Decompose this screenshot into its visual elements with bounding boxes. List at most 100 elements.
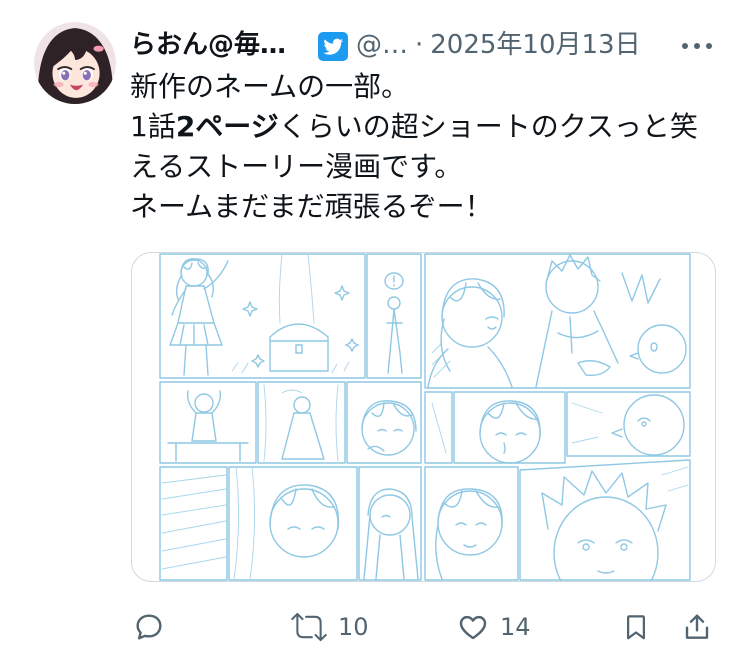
sketch-stroke — [431, 402, 447, 454]
sketch-face — [611, 417, 651, 438]
sketch-long-hair-girl — [363, 488, 419, 580]
tweet-card: らおん@毎… @… · 2025年10月13日 新作のネームの一部。 1話2ページく… — [0, 0, 750, 667]
sketch-stroke — [571, 402, 603, 444]
tweet-text-line: 1話2ページくらいの超ショートのクスっと笑 — [130, 107, 735, 147]
dot — [706, 43, 712, 49]
sketch-small-figure — [384, 272, 404, 374]
panel-frame — [519, 459, 691, 581]
sketch-speed-lines — [661, 466, 689, 492]
sketch-eye — [582, 543, 590, 551]
sketch-head — [387, 296, 401, 310]
panel-frame — [257, 381, 346, 464]
sketch-robe — [281, 412, 325, 460]
like-button[interactable]: 14 — [456, 611, 531, 643]
sketch-boy — [535, 254, 619, 388]
sketch-hair — [479, 400, 541, 454]
panel-frame — [358, 466, 422, 581]
left-page — [159, 253, 422, 581]
sketch-girl-profile — [427, 278, 513, 388]
tweet-text-segment: くらいの超ショートのクスっと笑 — [278, 110, 698, 143]
tweet-text: 新作のネームの一部。 1話2ページくらいの超ショートのクスっと笑 えるストーリー… — [130, 67, 735, 227]
sketch-round-creature — [571, 394, 685, 456]
tweet-text-line: ネームまだまだ頑張るぞー！ — [130, 190, 493, 223]
avatar-highlight-right — [83, 71, 87, 75]
panel-frame — [424, 253, 691, 389]
sketch-tree — [233, 466, 256, 580]
heart-icon — [459, 615, 487, 640]
sketch-head — [293, 396, 311, 414]
sketch-treasure-chest — [231, 253, 359, 374]
tweet-date[interactable]: 2025年10月13日 — [430, 30, 640, 60]
avatar-blush-left — [53, 81, 64, 88]
sketch-body — [535, 310, 619, 388]
tweet-text-segment: 1話 — [130, 110, 176, 143]
bookmark-button[interactable] — [621, 611, 651, 643]
panel-frame — [424, 466, 519, 581]
sketch-body — [386, 308, 403, 374]
handle[interactable]: @… — [356, 30, 408, 60]
sketch-hair — [363, 488, 419, 580]
sketch-head — [269, 488, 339, 558]
reply-button[interactable] — [133, 611, 165, 643]
sketch-eye — [650, 342, 658, 352]
sketch-robed-figure — [263, 384, 339, 462]
meta-separator: · — [415, 30, 424, 60]
sketch-boy-face — [541, 466, 689, 581]
sketch-face-closeup — [233, 466, 340, 580]
tweet-image[interactable] — [131, 252, 716, 582]
tweet-text-line: 新作のネームの一部。 — [130, 70, 410, 103]
sketch-sparkle — [334, 285, 350, 301]
sketch-head — [194, 393, 214, 413]
sketch-hair — [541, 470, 667, 532]
tweet-text-line: えるストーリー漫画です。 — [130, 150, 463, 183]
sketch-head — [437, 490, 503, 556]
display-name[interactable]: らおん@毎… — [130, 27, 286, 63]
sketch-beak — [621, 272, 661, 360]
panel-frame — [159, 253, 366, 379]
sketch-sparkle — [345, 338, 359, 352]
share-icon — [685, 614, 709, 639]
like-count: 14 — [500, 613, 531, 641]
avatar-iris-right — [82, 70, 91, 81]
more-dots-icon[interactable] — [679, 40, 715, 52]
avatar-highlight-left — [62, 71, 66, 75]
avatar[interactable] — [34, 22, 116, 104]
sketch-creature-body — [623, 394, 685, 456]
share-button[interactable] — [681, 611, 713, 643]
sketch-eye — [641, 421, 647, 427]
sketch-hair — [269, 484, 340, 530]
sketch-face-closeup — [361, 400, 417, 456]
sketch-body — [167, 390, 249, 462]
sketch-head — [553, 496, 659, 581]
avatar-hair-clip — [93, 45, 104, 52]
reply-icon — [136, 614, 162, 640]
right-page — [424, 253, 691, 581]
sketch-hair — [361, 400, 417, 452]
sketch-head — [369, 494, 411, 536]
sketch-girl-standing — [169, 258, 229, 376]
sketch-girl-face — [435, 488, 503, 580]
sketch-face — [577, 539, 633, 574]
bookmark-icon — [627, 615, 645, 640]
more-dots-graphic — [682, 43, 712, 49]
retweet-button[interactable]: 10 — [290, 611, 369, 643]
tweet-text-bold-segment: 2ページ — [175, 110, 279, 143]
panel-frame — [566, 391, 691, 457]
sketch-sparkle — [251, 354, 265, 368]
avatar-blush-right — [88, 81, 99, 88]
sketch-crying-girl — [479, 400, 541, 464]
sketch-eye — [620, 543, 628, 551]
manga-storyboard-image — [159, 253, 691, 581]
sketch-creature-body — [637, 324, 687, 374]
sketch-speed-lines — [161, 474, 227, 570]
dot — [694, 43, 700, 49]
panel-frame — [159, 381, 257, 464]
avatar-illustration — [34, 22, 116, 104]
sketch-head — [180, 259, 208, 287]
sketch-sparkle — [242, 301, 258, 317]
sketch-chest — [269, 323, 329, 372]
retweet-count: 10 — [338, 613, 369, 641]
sketch-creature — [621, 272, 687, 374]
dot — [682, 43, 688, 49]
twitter-bird-badge-icon — [318, 32, 348, 61]
